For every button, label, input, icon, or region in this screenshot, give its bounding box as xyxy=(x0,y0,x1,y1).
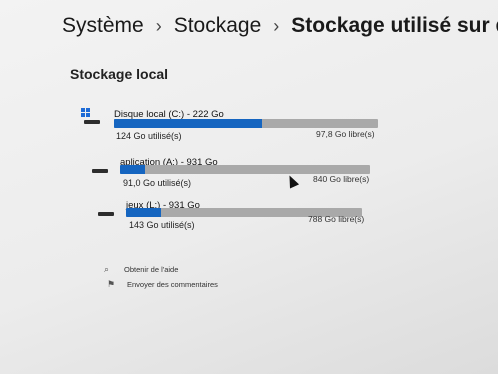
section-title-local-storage: Stockage local xyxy=(70,66,169,82)
help-icon: ⌕ xyxy=(104,264,110,274)
chevron-right-icon: › xyxy=(155,16,162,36)
hard-drive-icon xyxy=(92,169,108,173)
feedback-link[interactable]: ⚑ Envoyer des commentaires xyxy=(107,279,218,289)
hard-drive-icon xyxy=(98,212,114,216)
breadcrumb: Système › Stockage › Stockage utilisé sur d'… xyxy=(62,14,498,38)
drive-a-usage-bar xyxy=(120,165,370,174)
drive-a-used: 91,0 Go utilisé(s) xyxy=(123,178,192,188)
drive-l-free: 788 Go libre(s) xyxy=(308,214,365,224)
breadcrumb-stockage[interactable]: Stockage xyxy=(174,14,262,38)
help-link-label: Obtenir de l'aide xyxy=(124,265,179,274)
feedback-link-label: Envoyer des commentaires xyxy=(127,280,218,289)
windows-drive-icon xyxy=(81,108,90,117)
breadcrumb-systeme[interactable]: Système xyxy=(62,14,144,38)
mouse-cursor-icon xyxy=(284,173,300,189)
drive-l-usage-fill xyxy=(126,208,162,217)
drive-a-free: 840 Go libre(s) xyxy=(313,174,370,184)
drive-c-used: 124 Go utilisé(s) xyxy=(116,131,182,141)
drive-a-usage-fill xyxy=(120,165,145,174)
drive-c-free: 97,8 Go libre(s) xyxy=(316,129,375,139)
drive-c-usage-bar xyxy=(114,119,378,128)
page-title: Stockage utilisé sur d'a xyxy=(291,14,498,37)
hard-drive-icon xyxy=(84,120,100,124)
drive-l-used: 143 Go utilisé(s) xyxy=(129,220,195,230)
help-link[interactable]: ⌕ Obtenir de l'aide xyxy=(104,264,179,274)
settings-window: Système › Stockage › Stockage utilisé sur d'… xyxy=(0,0,498,374)
feedback-icon: ⚑ xyxy=(107,279,116,289)
chevron-right-icon: › xyxy=(273,16,280,36)
drive-c-usage-fill xyxy=(114,119,262,128)
